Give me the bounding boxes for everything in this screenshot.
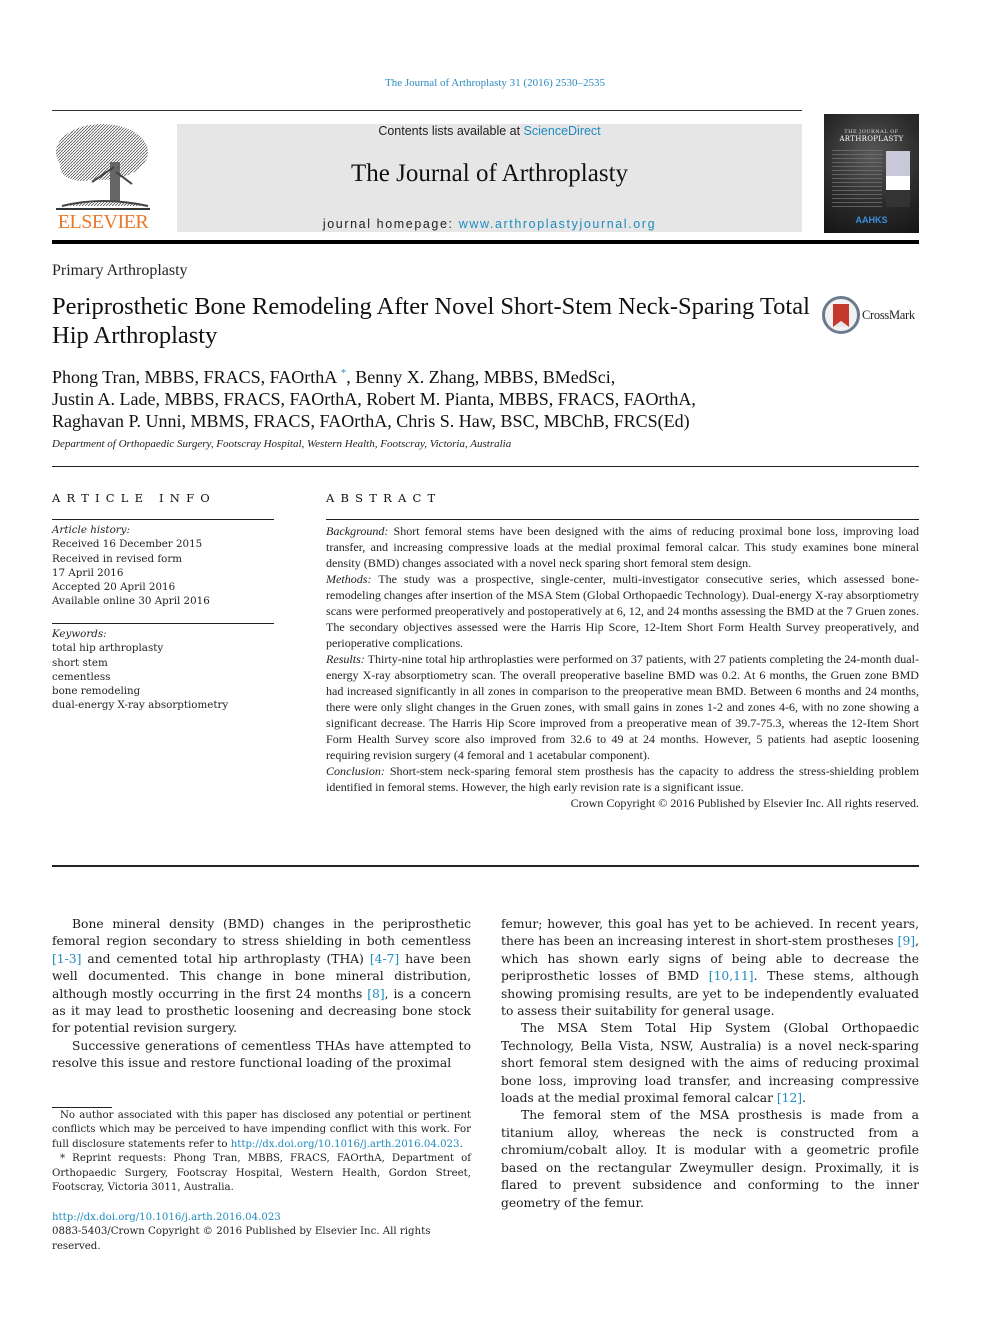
abstract-conclusion: Conclusion: Short-stem neck-sparing femo… — [326, 763, 919, 795]
author-name[interactable]: , Benny X. Zhang, MBBS, BMedSci, — [346, 367, 615, 387]
abstract-section-text: Short-stem neck-sparing femoral stem pro… — [326, 764, 919, 794]
issn-copyright: 0883-5403/Crown Copyright © 2016 Publish… — [52, 1226, 431, 1252]
cover-title: ARTHROPLASTY — [839, 135, 904, 143]
history-item: Available online 30 April 2016 — [52, 595, 210, 608]
abstract-section-label: Results: — [326, 652, 365, 666]
crossmark-icon — [822, 296, 860, 334]
abstract-section-label: Methods: — [326, 572, 372, 586]
author-list: Phong Tran, MBBS, FRACS, FAOrthA *, Benn… — [52, 362, 852, 432]
header-rule — [52, 110, 802, 111]
reference-link[interactable]: [12] — [777, 1091, 802, 1105]
sciencedirect-link[interactable]: ScienceDirect — [524, 124, 601, 138]
divider — [52, 466, 919, 467]
abstract-methods: Methods: The study was a prospective, si… — [326, 571, 919, 651]
aahks-logo: AAHKS — [855, 215, 888, 225]
elsevier-logo[interactable]: ELSEVIER — [52, 122, 154, 234]
abstract-copyright: Crown Copyright © 2016 Published by Else… — [570, 796, 919, 810]
footnotes: No author associated with this paper has… — [52, 1109, 471, 1195]
body-text: Bone mineral density (BMD) changes in th… — [52, 917, 471, 949]
abstract-background: Background: Short femoral stems have bee… — [326, 523, 919, 571]
keyword: cementless — [52, 670, 111, 683]
divider — [326, 519, 919, 520]
history-item: Received in revised form — [52, 552, 183, 565]
abstract-section-label: Background: — [326, 524, 389, 538]
body-paragraph: The femoral stem of the MSA prosthesis i… — [501, 1107, 919, 1211]
journal-cover-image[interactable]: THE JOURNAL OF ARTHROPLASTY AAHKS — [824, 114, 919, 233]
keywords: Keywords: total hip arthroplasty short s… — [52, 627, 274, 713]
body-column-right: femur; however, this goal has yet to be … — [501, 916, 919, 1212]
history-item: 17 April 2016 — [52, 566, 124, 579]
author-line[interactable]: Justin A. Lade, MBBS, FRACS, FAOrthA, Ro… — [52, 388, 852, 410]
divider — [52, 623, 274, 624]
header-thick-rule — [52, 240, 919, 244]
crossmark-label: CrossMark — [862, 308, 915, 322]
crossmark-button[interactable]: CrossMark — [822, 296, 922, 336]
abstract-section-text: The study was a prospective, single-cent… — [326, 572, 919, 650]
body-text: The femoral stem of the MSA prosthesis i… — [501, 1108, 919, 1210]
journal-citation[interactable]: The Journal of Arthroplasty 31 (2016) 25… — [0, 77, 990, 89]
article-doi-link[interactable]: http://dx.doi.org/10.1016/j.arth.2016.04… — [52, 1211, 482, 1225]
abstract-results: Results: Thirty-nine total hip arthropla… — [326, 651, 919, 763]
divider — [52, 519, 274, 520]
tree-icon — [56, 124, 150, 210]
keyword: total hip arthroplasty — [52, 642, 164, 655]
keyword: bone remodeling — [52, 685, 141, 698]
keyword: dual-energy X-ray absorptiometry — [52, 699, 229, 712]
disclosure-end: . — [459, 1138, 463, 1150]
body-text: . — [802, 1091, 807, 1106]
homepage-prefix: journal homepage: — [322, 217, 459, 231]
body-text: and cemented total hip arthroplasty (THA… — [81, 951, 370, 966]
body-paragraph: femur; however, this goal has yet to be … — [501, 916, 919, 1020]
body-paragraph: Bone mineral density (BMD) changes in th… — [52, 916, 471, 1038]
abstract-section-text: Thirty-nine total hip arthroplasties wer… — [326, 652, 919, 762]
contents-line: Contents lists available at ScienceDirec… — [177, 124, 802, 138]
author-name[interactable]: Phong Tran, MBBS, FRACS, FAOrthA — [52, 367, 336, 387]
journal-banner: Contents lists available at ScienceDirec… — [177, 124, 802, 232]
body-paragraph: The MSA Stem Total Hip System (Global Or… — [501, 1020, 919, 1107]
reprint-footnote: * Reprint requests: Phong Tran, MBBS, FR… — [52, 1153, 471, 1194]
section-label: Primary Arthroplasty — [52, 262, 188, 279]
doi-block: http://dx.doi.org/10.1016/j.arth.2016.04… — [52, 1211, 482, 1254]
contents-prefix: Contents lists available at — [378, 124, 524, 138]
journal-name: The Journal of Arthroplasty — [350, 160, 629, 187]
reference-link[interactable]: [8] — [367, 987, 384, 1001]
article-title: Periprosthetic Bone Remodeling After Nov… — [52, 293, 810, 349]
body-text: Successive generations of cementless THA… — [52, 1038, 471, 1071]
author-line[interactable]: Raghavan P. Unni, MBMS, FRACS, FAOrthA, … — [52, 410, 852, 432]
reference-link[interactable]: [4-7] — [370, 952, 399, 966]
homepage-line: journal homepage: www.arthroplastyjourna… — [177, 217, 802, 231]
history-item: Accepted 20 April 2016 — [52, 581, 176, 594]
author-line: Phong Tran, MBBS, FRACS, FAOrthA *, Benn… — [52, 362, 852, 388]
history-label: Article history: — [52, 524, 130, 536]
abstract-section-label: Conclusion: — [326, 764, 385, 778]
disclosure-doi-link[interactable]: http://dx.doi.org/10.1016/j.arth.2016.04… — [231, 1139, 460, 1150]
body-text: The MSA Stem Total Hip System (Global Or… — [501, 1021, 919, 1106]
body-column-left: Bone mineral density (BMD) changes in th… — [52, 916, 471, 1073]
disclosure-footnote: No author associated with this paper has… — [52, 1109, 471, 1152]
footnote-rule — [52, 1107, 112, 1108]
keyword: short stem — [52, 656, 108, 669]
abstract-body: Background: Short femoral stems have bee… — [326, 523, 919, 811]
reference-link[interactable]: [1-3] — [52, 952, 81, 966]
reference-link[interactable]: [10,11] — [709, 969, 754, 983]
body-paragraph: Successive generations of cementless THA… — [52, 1038, 471, 1073]
affiliation: Department of Orthopaedic Surgery, Foots… — [52, 438, 512, 450]
reference-link[interactable]: [9] — [898, 934, 915, 948]
abstract-section-text: Short femoral stems have been designed w… — [326, 524, 919, 570]
cover-figure — [886, 151, 910, 207]
article-info-heading: ARTICLE INFO — [52, 491, 216, 505]
body-text: femur; however, this goal has yet to be … — [501, 917, 919, 949]
divider — [52, 865, 919, 867]
article-history: Article history: Received 16 December 20… — [52, 523, 274, 609]
cover-text-block — [832, 150, 882, 210]
history-item: Received 16 December 2015 — [52, 538, 203, 551]
abstract-heading: ABSTRACT — [326, 491, 442, 505]
keywords-label: Keywords: — [52, 628, 107, 640]
elsevier-wordmark: ELSEVIER — [57, 211, 149, 233]
homepage-link[interactable]: www.arthroplastyjournal.org — [459, 217, 656, 231]
